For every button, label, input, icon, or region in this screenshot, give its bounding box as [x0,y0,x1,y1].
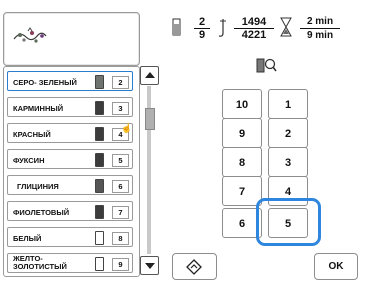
order-button-2[interactable]: 2 [268,118,308,148]
current-stitch-count: 1494 [234,16,274,29]
list-scrollbar[interactable] [139,66,159,275]
down-arrow-icon [145,263,155,269]
color-item-1[interactable]: СЕРО- ЗЕЛЕНЫЙ 2 [7,71,133,91]
order-button-8[interactable]: 8 [222,147,262,177]
total-time: 9 min [306,30,334,41]
color-item-3[interactable]: КРАСНЫЙ 4 ☝ [7,123,133,143]
thread-spool-icon [95,101,104,115]
reset-diamond-icon [186,259,202,275]
scroll-down-button[interactable] [140,256,159,275]
color-name: КАРМИННЫЙ [13,104,64,113]
color-order-number: 8 [112,232,129,245]
order-button-9[interactable]: 9 [222,118,262,148]
color-order-number: 7 [112,206,129,219]
thread-spool-icon [95,205,104,219]
color-item-2[interactable]: КАРМИННЫЙ 3 [7,97,133,117]
ok-button[interactable]: OK [314,253,358,280]
total-color-count: 9 [198,29,206,41]
selected-button-highlight [256,198,321,246]
time-progress: 2 min 9 min [300,16,340,42]
thread-spool-icon [95,179,104,193]
thread-spool-icon [95,153,104,167]
color-name: ЖЕЛТО- ЗОЛОТИСТЫЙ [13,254,67,271]
color-progress: 2 9 [194,16,210,42]
thread-spool-icon [172,18,181,36]
color-name: ФУКСИН [13,156,45,165]
thread-spool-icon [95,231,104,245]
color-name: СЕРО- ЗЕЛЕНЫЙ [13,78,77,87]
spool-zoom-icon [256,58,277,73]
order-button-3[interactable]: 3 [268,147,308,177]
color-item-8[interactable]: ЖЕЛТО- ЗОЛОТИСТЫЙ 9 [7,253,133,273]
scroll-thumb[interactable] [145,108,155,130]
order-button-7[interactable]: 7 [222,176,262,206]
order-button-1[interactable]: 1 [268,89,308,119]
order-button-10[interactable]: 10 [222,89,262,119]
color-name: БЕЛЫЙ [13,234,42,243]
scroll-up-button[interactable] [140,66,159,85]
hand-pointer-icon: ☝ [121,123,133,133]
embroidery-color-sort-screen: СЕРО- ЗЕЛЕНЫЙ 2 КАРМИННЫЙ 3 КРАСНЫЙ 4 ☝ … [0,0,366,282]
total-stitch-count: 4221 [241,29,267,41]
current-time: 2 min [300,16,340,29]
color-item-4[interactable]: ФУКСИН 5 [7,149,133,169]
reset-button[interactable] [172,253,217,280]
thread-spool-icon [95,75,104,89]
thread-spool-icon [95,127,104,141]
floral-design-icon [13,27,47,43]
color-name: КРАСНЫЙ [13,130,51,139]
color-name: ФИОЛЕТОВЫЙ [13,208,70,217]
sewing-status-bar: 2 9 1494 4221 2 min 9 min [172,14,362,44]
current-color-count: 2 [194,16,210,29]
hourglass-icon [280,17,292,37]
color-name: ГЛИЦИНИЯ [17,182,59,191]
thread-color-list: СЕРО- ЗЕЛЕНЫЙ 2 КАРМИННЫЙ 3 КРАСНЫЙ 4 ☝ … [3,66,140,277]
color-item-5[interactable]: ГЛИЦИНИЯ 6 [7,175,133,195]
color-order-number: 3 [112,102,129,115]
color-order-number: 6 [112,180,129,193]
color-order-number: 5 [112,154,129,167]
color-item-6[interactable]: ФИОЛЕТОВЫЙ 7 [7,201,133,221]
thread-spool-icon [95,257,104,271]
color-order-number: 2 [112,76,129,89]
color-item-7[interactable]: БЕЛЫЙ 8 [7,227,133,247]
design-preview [3,12,140,66]
up-arrow-icon [145,72,155,78]
needle-icon [218,19,226,37]
color-order-number: 9 [112,258,129,271]
stitch-progress: 1494 4221 [234,16,274,42]
